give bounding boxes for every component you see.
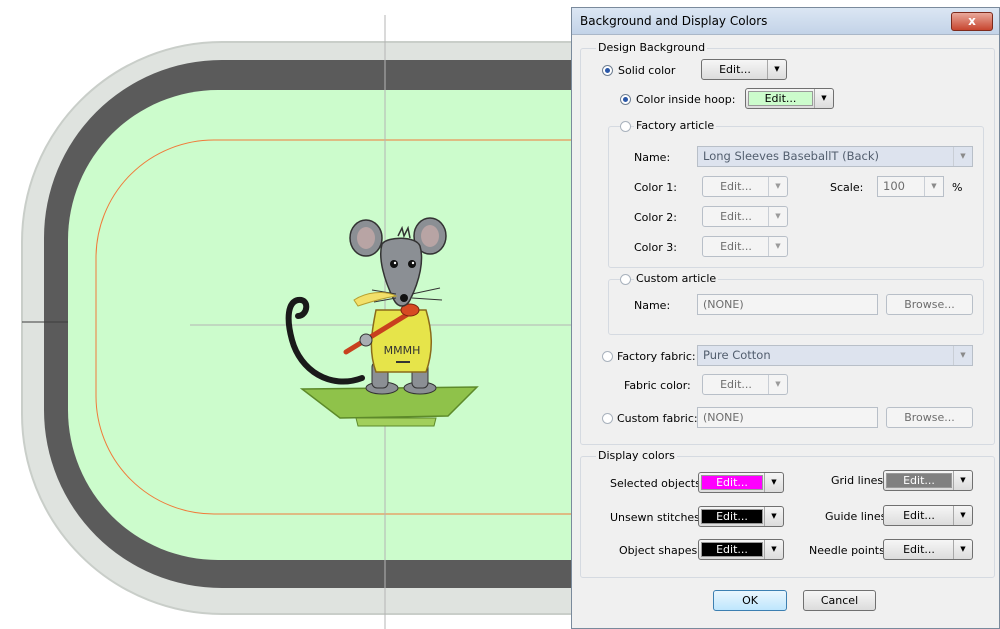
guide-lines-swatch: Edit... — [903, 509, 935, 522]
factory-fabric-select[interactable]: Pure Cotton ▼ — [697, 345, 973, 366]
scale-value: 100 — [883, 179, 905, 193]
chevron-down-icon: ▼ — [764, 507, 783, 526]
selected-objects-label: Selected objects: — [610, 477, 705, 490]
color2-label: Color 2: — [634, 211, 677, 224]
guide-lines-edit-button[interactable]: Edit... ▼ — [883, 505, 973, 526]
chevron-down-icon: ▼ — [814, 89, 833, 108]
object-shapes-label: Object shapes: — [619, 544, 701, 557]
factory-article-label: Factory article — [634, 119, 717, 132]
factory-fabric-value: Pure Cotton — [703, 348, 771, 362]
background-display-colors-dialog: Background and Display Colors x Design B… — [571, 7, 1000, 629]
unsewn-stitches-label: Unsewn stitches: — [610, 511, 704, 524]
color-inside-hoop-swatch: Edit... — [748, 91, 813, 106]
chevron-down-icon: ▼ — [768, 177, 787, 196]
ok-button[interactable]: OK — [713, 590, 787, 611]
unsewn-stitches-edit-button[interactable]: Edit... ▼ — [698, 506, 784, 527]
scale-unit: % — [952, 181, 963, 194]
custom-article-label: Custom article — [634, 272, 719, 285]
close-button[interactable]: x — [951, 12, 993, 31]
custom-fabric-browse-button[interactable]: Browse... — [886, 407, 973, 428]
close-icon: x — [968, 14, 976, 28]
dialog-titlebar: Background and Display Colors x — [572, 8, 999, 35]
grid-lines-swatch: Edit... — [886, 473, 952, 488]
color1-label: Color 1: — [634, 181, 677, 194]
custom-article-name-field[interactable]: (NONE) — [697, 294, 878, 315]
dialog-title: Background and Display Colors — [580, 14, 768, 28]
object-shapes-edit-button[interactable]: Edit... ▼ — [698, 539, 784, 560]
chevron-down-icon: ▼ — [768, 375, 787, 394]
solid-color-edit-face: Edit... — [719, 63, 751, 76]
needle-points-swatch: Edit... — [903, 543, 935, 556]
custom-article-name-value: (NONE) — [703, 298, 744, 311]
scale-label: Scale: — [830, 181, 864, 194]
factory-fabric-radio[interactable] — [602, 351, 613, 362]
factory-article-name-select[interactable]: Long Sleeves BaseballT (Back) ▼ — [697, 146, 973, 167]
factory-article-name-label: Name: — [634, 151, 671, 164]
solid-color-radio[interactable] — [602, 65, 613, 76]
color-inside-hoop-radio[interactable] — [620, 94, 631, 105]
selected-objects-edit-button[interactable]: Edit... ▼ — [698, 472, 784, 493]
needle-points-edit-button[interactable]: Edit... ▼ — [883, 539, 973, 560]
color3-label: Color 3: — [634, 241, 677, 254]
chevron-down-icon: ▼ — [953, 471, 972, 490]
custom-fabric-field[interactable]: (NONE) — [697, 407, 878, 428]
chevron-down-icon: ▼ — [764, 540, 783, 559]
chevron-down-icon: ▼ — [953, 147, 972, 166]
cancel-button[interactable]: Cancel — [803, 590, 876, 611]
chevron-down-icon: ▼ — [767, 60, 786, 79]
chevron-down-icon: ▼ — [953, 346, 972, 365]
custom-fabric-value: (NONE) — [703, 411, 744, 424]
color-inside-hoop-edit-button[interactable]: Edit... ▼ — [745, 88, 834, 109]
custom-fabric-label: Custom fabric: — [617, 412, 698, 425]
design-background-label: Design Background — [596, 41, 708, 54]
chevron-down-icon: ▼ — [764, 473, 783, 492]
unsewn-stitches-swatch: Edit... — [701, 509, 763, 524]
factory-article-name-value: Long Sleeves BaseballT (Back) — [703, 149, 879, 163]
custom-article-browse-button[interactable]: Browse... — [886, 294, 973, 315]
display-colors-label: Display colors — [596, 449, 677, 462]
embroidery-text: MMMH — [384, 344, 421, 357]
chevron-down-icon: ▼ — [953, 540, 972, 559]
chevron-down-icon: ▼ — [924, 177, 943, 196]
scale-select[interactable]: 100 ▼ — [877, 176, 944, 197]
custom-article-radio[interactable] — [620, 274, 631, 285]
custom-article-name-label: Name: — [634, 299, 671, 312]
object-shapes-swatch: Edit... — [701, 542, 763, 557]
fabric-color-edit-face: Edit... — [720, 378, 752, 391]
needle-points-label: Needle points: — [809, 544, 889, 557]
color2-edit-button[interactable]: Edit... ▼ — [702, 206, 788, 227]
factory-article-radio[interactable] — [620, 121, 631, 132]
chevron-down-icon: ▼ — [768, 207, 787, 226]
custom-fabric-radio[interactable] — [602, 413, 613, 424]
color1-edit-face: Edit... — [720, 180, 752, 193]
chevron-down-icon: ▼ — [768, 237, 787, 256]
chevron-down-icon: ▼ — [953, 506, 972, 525]
selected-objects-swatch: Edit... — [701, 475, 763, 490]
grid-lines-edit-button[interactable]: Edit... ▼ — [883, 470, 973, 491]
grid-lines-label: Grid lines: — [831, 474, 887, 487]
color-inside-hoop-label: Color inside hoop: — [636, 93, 736, 106]
guide-lines-label: Guide lines: — [825, 510, 891, 523]
color2-edit-face: Edit... — [720, 210, 752, 223]
color1-edit-button[interactable]: Edit... ▼ — [702, 176, 788, 197]
solid-color-label: Solid color — [618, 64, 676, 77]
fabric-color-edit-button[interactable]: Edit... ▼ — [702, 374, 788, 395]
color3-edit-button[interactable]: Edit... ▼ — [702, 236, 788, 257]
factory-fabric-label: Factory fabric: — [617, 350, 696, 363]
fabric-color-label: Fabric color: — [624, 379, 691, 392]
color3-edit-face: Edit... — [720, 240, 752, 253]
solid-color-edit-button[interactable]: Edit... ▼ — [701, 59, 787, 80]
